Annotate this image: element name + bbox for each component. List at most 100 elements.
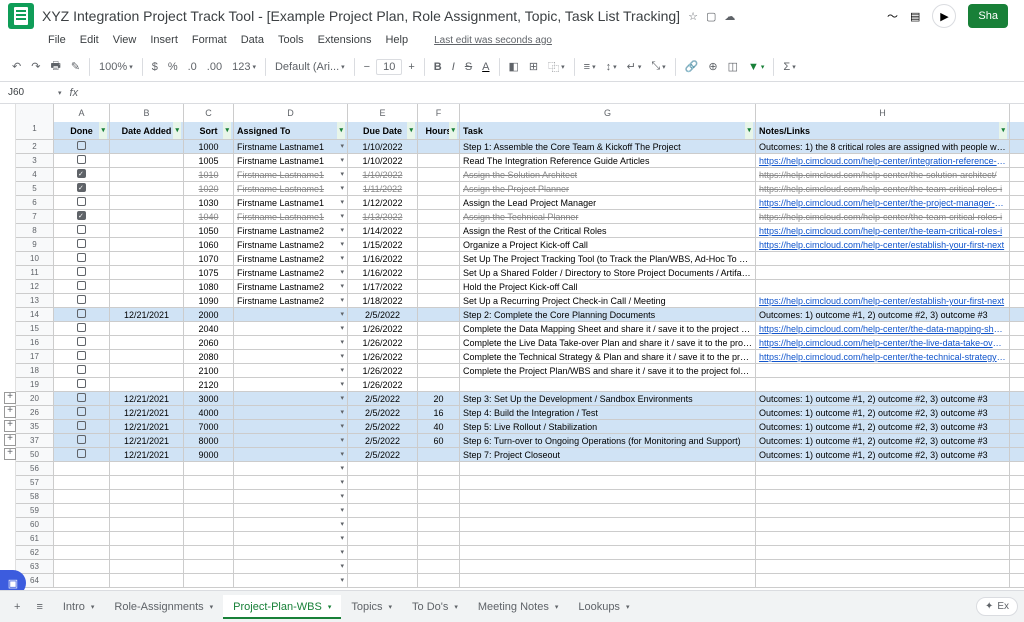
empty-cell[interactable] bbox=[460, 490, 756, 503]
col-header-E[interactable]: E bbox=[348, 104, 418, 122]
checkbox-cell[interactable] bbox=[54, 210, 110, 223]
header-task[interactable]: Task bbox=[460, 122, 756, 139]
row-header[interactable]: 12 bbox=[16, 280, 53, 294]
row-header[interactable]: 6 bbox=[16, 196, 53, 210]
done-checkbox[interactable] bbox=[77, 435, 86, 444]
cloud-icon[interactable]: ☁ bbox=[724, 10, 735, 23]
assigned-cell[interactable] bbox=[234, 392, 348, 405]
task-cell[interactable]: Assign the Technical Planner bbox=[460, 210, 756, 223]
empty-cell[interactable] bbox=[54, 490, 110, 503]
sort-cell[interactable]: 1090 bbox=[184, 294, 234, 307]
functions-button[interactable]: Σ bbox=[779, 58, 799, 76]
due-cell[interactable]: 1/10/2022 bbox=[348, 140, 418, 153]
row-header[interactable]: 18 bbox=[16, 364, 53, 378]
notes-cell[interactable]: https://help.cimcloud.com/help-center/th… bbox=[756, 322, 1010, 335]
task-cell[interactable]: Step 6: Turn-over to Ongoing Operations … bbox=[460, 434, 756, 447]
assigned-cell[interactable] bbox=[234, 308, 348, 321]
col-header-H[interactable]: H bbox=[756, 104, 1010, 122]
borders-button[interactable]: ⊞ bbox=[525, 57, 542, 76]
date-cell[interactable] bbox=[110, 378, 184, 391]
row-header[interactable]: 14 bbox=[16, 308, 53, 322]
task-cell[interactable]: Assign the Project Planner bbox=[460, 182, 756, 195]
empty-cell[interactable] bbox=[756, 504, 1010, 517]
empty-cell[interactable] bbox=[418, 560, 460, 573]
hours-cell[interactable] bbox=[418, 308, 460, 321]
done-checkbox[interactable] bbox=[77, 197, 86, 206]
empty-cell[interactable] bbox=[54, 518, 110, 531]
notes-cell[interactable]: Outcomes: 1) outcome #1, 2) outcome #2, … bbox=[756, 406, 1010, 419]
filter-button[interactable]: ▼ bbox=[744, 58, 768, 76]
date-cell[interactable] bbox=[110, 196, 184, 209]
empty-cell[interactable] bbox=[110, 490, 184, 503]
sort-cell[interactable]: 2060 bbox=[184, 336, 234, 349]
doc-title[interactable]: XYZ Integration Project Track Tool - [Ex… bbox=[42, 8, 680, 24]
empty-cell[interactable] bbox=[460, 546, 756, 559]
notes-cell[interactable]: https://help.cimcloud.com/help-center/es… bbox=[756, 238, 1010, 251]
done-checkbox[interactable] bbox=[77, 337, 86, 346]
empty-cell[interactable] bbox=[418, 462, 460, 475]
empty-cell[interactable] bbox=[348, 504, 418, 517]
row-header[interactable]: 15 bbox=[16, 322, 53, 336]
due-cell[interactable]: 2/5/2022 bbox=[348, 308, 418, 321]
assigned-cell[interactable]: Firstname Lastname2 bbox=[234, 294, 348, 307]
sort-cell[interactable]: 1010 bbox=[184, 168, 234, 181]
due-cell[interactable]: 1/26/2022 bbox=[348, 378, 418, 391]
sort-cell[interactable]: 2120 bbox=[184, 378, 234, 391]
date-cell[interactable] bbox=[110, 154, 184, 167]
empty-cell[interactable] bbox=[418, 476, 460, 489]
assigned-cell[interactable] bbox=[234, 350, 348, 363]
done-checkbox[interactable] bbox=[77, 169, 86, 178]
hours-cell[interactable] bbox=[418, 238, 460, 251]
hours-cell[interactable]: 16 bbox=[418, 406, 460, 419]
assigned-cell[interactable] bbox=[234, 336, 348, 349]
assigned-cell[interactable] bbox=[234, 322, 348, 335]
col-header-D[interactable]: D bbox=[234, 104, 348, 122]
hours-cell[interactable]: 20 bbox=[418, 392, 460, 405]
notes-cell[interactable] bbox=[756, 364, 1010, 377]
empty-cell[interactable] bbox=[234, 476, 348, 489]
due-cell[interactable]: 1/18/2022 bbox=[348, 294, 418, 307]
done-checkbox[interactable] bbox=[77, 281, 86, 290]
menu-view[interactable]: View bbox=[107, 32, 143, 48]
due-cell[interactable]: 1/12/2022 bbox=[348, 196, 418, 209]
last-edit[interactable]: Last edit was seconds ago bbox=[428, 33, 558, 48]
done-checkbox[interactable] bbox=[77, 323, 86, 332]
fontsize-input[interactable]: 10 bbox=[376, 59, 402, 75]
col-header-C[interactable]: C bbox=[184, 104, 234, 122]
namebox-dropdown[interactable]: ▾ bbox=[58, 89, 62, 97]
task-cell[interactable]: Step 2: Complete the Core Planning Docum… bbox=[460, 308, 756, 321]
empty-cell[interactable] bbox=[348, 560, 418, 573]
wrap-button[interactable]: ↵ bbox=[623, 57, 646, 76]
hours-cell[interactable] bbox=[418, 378, 460, 391]
done-checkbox[interactable] bbox=[77, 239, 86, 248]
due-cell[interactable]: 1/10/2022 bbox=[348, 168, 418, 181]
date-cell[interactable] bbox=[110, 182, 184, 195]
due-cell[interactable]: 1/16/2022 bbox=[348, 266, 418, 279]
done-checkbox[interactable] bbox=[77, 449, 86, 458]
task-cell[interactable]: Step 3: Set Up the Development / Sandbox… bbox=[460, 392, 756, 405]
checkbox-cell[interactable] bbox=[54, 350, 110, 363]
task-cell[interactable]: Read The Integration Reference Guide Art… bbox=[460, 154, 756, 167]
col-header-G[interactable]: G bbox=[460, 104, 756, 122]
share-button[interactable]: Sha bbox=[968, 4, 1008, 28]
hours-cell[interactable] bbox=[418, 336, 460, 349]
task-cell[interactable]: Set Up a Shared Folder / Directory to St… bbox=[460, 266, 756, 279]
empty-cell[interactable] bbox=[110, 546, 184, 559]
empty-cell[interactable] bbox=[348, 546, 418, 559]
row-header[interactable]: 26 bbox=[16, 406, 53, 420]
task-cell[interactable]: Set Up The Project Tracking Tool (to Tra… bbox=[460, 252, 756, 265]
hours-cell[interactable] bbox=[418, 364, 460, 377]
row-header[interactable]: 10 bbox=[16, 252, 53, 266]
date-cell[interactable] bbox=[110, 350, 184, 363]
date-cell[interactable] bbox=[110, 322, 184, 335]
notes-cell[interactable]: Outcomes: 1) outcome #1, 2) outcome #2, … bbox=[756, 434, 1010, 447]
notes-cell[interactable]: https://help.cimcloud.com/help-center/in… bbox=[756, 154, 1010, 167]
date-cell[interactable]: 12/21/2021 bbox=[110, 392, 184, 405]
empty-cell[interactable] bbox=[418, 518, 460, 531]
date-cell[interactable]: 12/21/2021 bbox=[110, 406, 184, 419]
empty-cell[interactable] bbox=[110, 574, 184, 587]
empty-cell[interactable] bbox=[54, 560, 110, 573]
hours-cell[interactable] bbox=[418, 196, 460, 209]
done-checkbox[interactable] bbox=[77, 351, 86, 360]
row-header[interactable]: 61 bbox=[16, 532, 53, 546]
